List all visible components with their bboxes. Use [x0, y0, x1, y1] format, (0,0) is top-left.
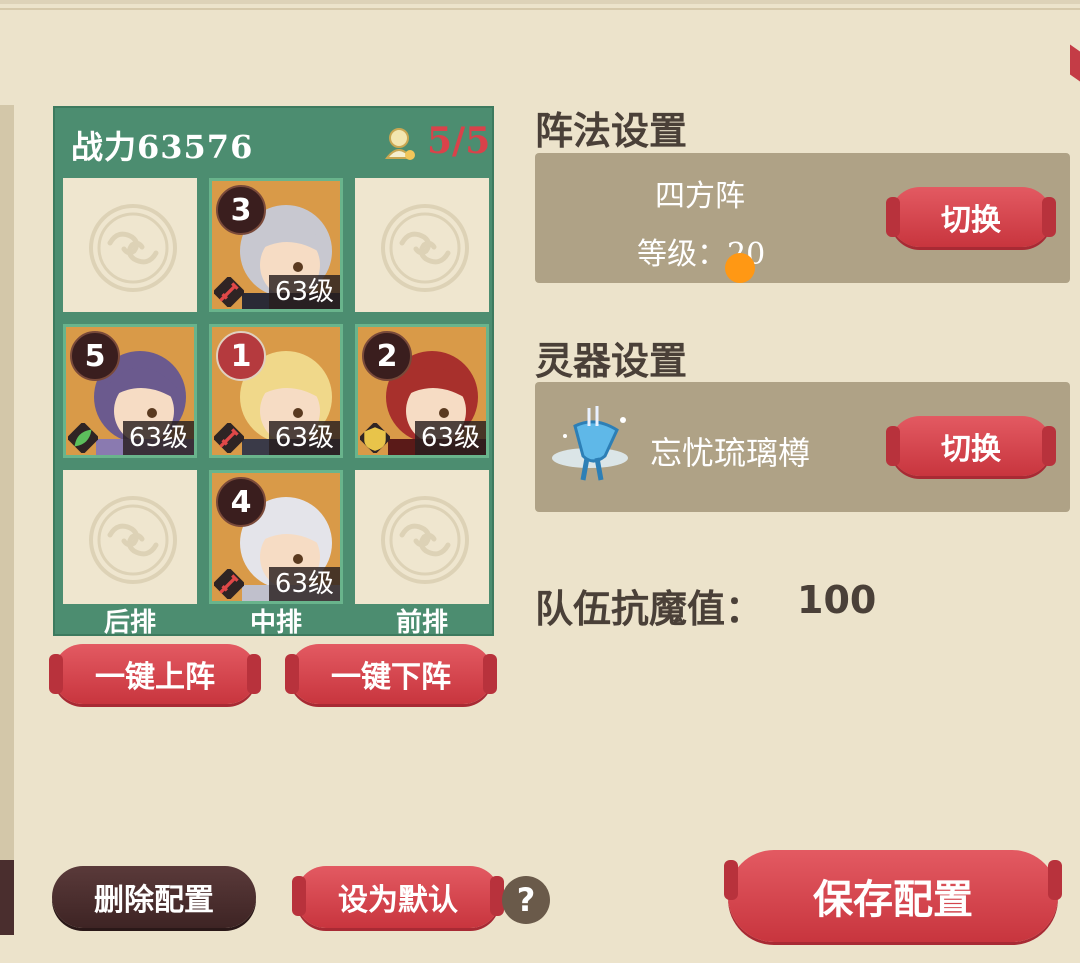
sword-class-icon [214, 423, 244, 453]
formation-settings-title: 阵法设置 [535, 108, 688, 153]
deploy-order-badge: 2 [362, 331, 412, 381]
top-border [0, 0, 1080, 4]
empty-slot[interactable] [355, 470, 489, 604]
formation-switch-button[interactable]: 切换 [886, 187, 1056, 247]
hero-level-tag: 63级 [414, 421, 486, 455]
empty-slot-emblem-icon [89, 496, 177, 584]
hero-level-tag: 63级 [268, 421, 340, 455]
team-resist-label: 队伍抗魔值： [535, 586, 764, 631]
fairy-spirit-icon [384, 128, 415, 160]
deployed-count: 5/5 [427, 120, 491, 162]
row-label-middle: 中排 [249, 608, 302, 638]
top-border-inner [0, 8, 1080, 10]
deploy-order-badge: 3 [216, 185, 266, 235]
hero-level-tag: 63级 [268, 275, 340, 309]
empty-slot[interactable] [355, 178, 489, 312]
artifact-settings-title: 灵器设置 [535, 338, 688, 383]
deploy-order-badge: 4 [216, 477, 266, 527]
left-side-tab[interactable] [0, 860, 14, 935]
deploy-order-badge: 1 [216, 331, 266, 381]
sword-class-icon [214, 277, 244, 307]
sword-class-icon [214, 569, 244, 599]
save-config-button[interactable]: 保存配置 [724, 850, 1062, 942]
artifact-switch-button[interactable]: 切换 [886, 416, 1056, 476]
leaf-class-icon [68, 423, 98, 453]
left-side-panel [0, 105, 14, 935]
row-label-front: 前排 [395, 608, 448, 638]
deploy-all-button[interactable]: 一键上阵 [49, 644, 261, 704]
empty-slot-emblem-icon [381, 204, 469, 292]
hero-level-tag: 63级 [268, 567, 340, 601]
corner-ribbon-decoration [1070, 44, 1080, 82]
hero-slot[interactable]: 1 63级 [209, 324, 343, 458]
hero-slot[interactable]: 4 63级 [209, 470, 343, 604]
team-formation-panel: 战力63576 5/5 3 63级 5 63级 1 63级 2 63级 4 63级 后排 中排 前… [53, 106, 494, 638]
goblet-artifact-icon [552, 406, 628, 481]
hero-slot[interactable]: 2 63级 [355, 324, 489, 458]
empty-slot[interactable] [63, 178, 197, 312]
artifact-settings-box: 忘忧琉璃樽 切换 [535, 382, 1070, 512]
combat-power-label: 战力63576 [71, 128, 254, 166]
formation-settings-box: 四方阵 等级：20 切换 [535, 153, 1070, 283]
empty-slot-emblem-icon [381, 496, 469, 584]
row-label-back: 后排 [103, 608, 156, 638]
remove-all-button[interactable]: 一键下阵 [285, 644, 497, 704]
empty-slot-emblem-icon [89, 204, 177, 292]
shield-class-icon [360, 423, 390, 453]
formation-name: 四方阵 [655, 179, 745, 214]
hero-level-tag: 63级 [122, 421, 194, 455]
artifact-name: 忘忧琉璃樽 [650, 434, 811, 472]
help-icon[interactable]: ? [502, 876, 550, 924]
set-default-button[interactable]: 设为默认 [292, 866, 504, 928]
hero-slot[interactable]: 3 63级 [209, 178, 343, 312]
team-resist-value: 100 [797, 578, 877, 622]
empty-slot[interactable] [63, 470, 197, 604]
hero-slot[interactable]: 5 63级 [63, 324, 197, 458]
deploy-order-badge: 5 [70, 331, 120, 381]
delete-config-button[interactable]: 删除配置 [52, 866, 256, 928]
touch-indicator-dot [725, 253, 755, 283]
